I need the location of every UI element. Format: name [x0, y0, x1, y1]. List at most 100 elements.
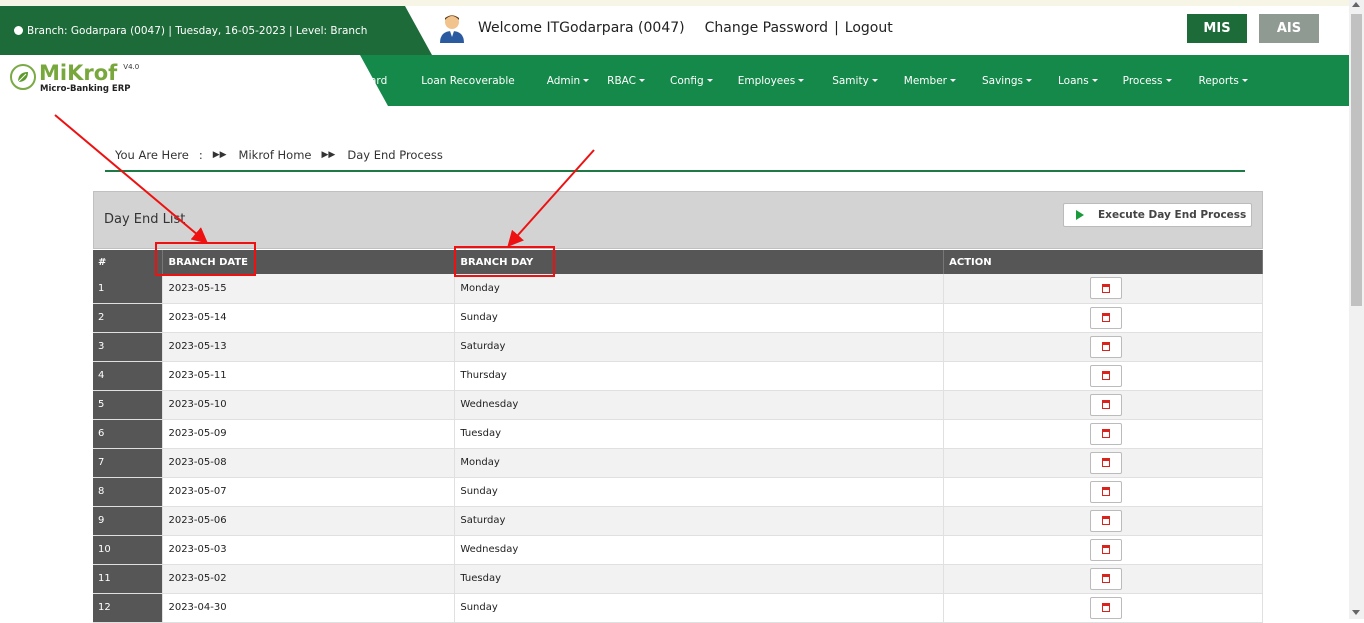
caret-down-icon	[1026, 79, 1033, 82]
action-cell	[943, 419, 1263, 449]
nav-item-label: Savings	[981, 74, 1024, 87]
breadcrumb-colon: :	[198, 148, 203, 162]
branch-day-cell: Wednesday	[454, 535, 945, 565]
annotation-box-branch-day	[454, 246, 555, 277]
delete-button[interactable]	[1089, 596, 1122, 619]
logo-name: MiKrof	[39, 61, 118, 85]
ais-button[interactable]: AIS	[1259, 14, 1319, 43]
branch-date-cell: 2023-05-08	[162, 448, 456, 478]
action-cell	[943, 477, 1263, 507]
breadcrumb-current: Day End Process	[347, 148, 443, 162]
scroll-down-arrow-icon[interactable]	[1352, 610, 1360, 615]
branch-date-cell: 2023-04-30	[162, 593, 456, 623]
welcome-area: Welcome ITGodarpara (0047) Change Passwo…	[438, 12, 893, 44]
mis-button[interactable]: MIS	[1187, 14, 1247, 43]
delete-button[interactable]	[1089, 277, 1122, 300]
action-cell	[943, 564, 1263, 594]
caret-down-icon	[1165, 79, 1172, 82]
nav-item-label: RBAC	[607, 74, 637, 87]
day-end-table: # BRANCH DATE BRANCH DAY ACTION 1 2023-05…	[93, 250, 1263, 623]
action-cell	[943, 390, 1263, 420]
delete-button[interactable]	[1089, 480, 1122, 503]
delete-button[interactable]	[1089, 509, 1122, 532]
row-number: 11	[93, 564, 164, 594]
scrollbar-thumb[interactable]	[1351, 14, 1362, 306]
action-cell	[943, 303, 1263, 333]
table-row: 8 2023-05-07 Sunday	[93, 477, 1263, 507]
fast-forward-icon: ▶▶	[321, 150, 336, 160]
branch-day-cell: Tuesday	[454, 564, 945, 594]
delete-button[interactable]	[1089, 538, 1122, 561]
row-number: 4	[93, 361, 164, 391]
row-number: 10	[93, 535, 164, 565]
nav-item-label: Employees	[737, 74, 796, 87]
panel-title: Day End List	[104, 212, 186, 227]
nav-item-loan-recoverable[interactable]: Loan Recoverable	[421, 75, 514, 87]
branch-date-cell: 2023-05-15	[162, 274, 456, 304]
branch-day-cell: Thursday	[454, 361, 945, 391]
execute-day-end-button[interactable]: Execute Day End Process	[1063, 203, 1252, 227]
branch-date-cell: 2023-05-09	[162, 419, 456, 449]
branch-day-cell: Saturday	[454, 332, 945, 362]
trash-icon	[1101, 429, 1110, 438]
nav-item-label: Member	[903, 74, 947, 87]
trash-icon	[1101, 516, 1110, 525]
table-row: 1 2023-05-15 Monday	[93, 274, 1263, 304]
scroll-up-arrow-icon[interactable]	[1352, 2, 1360, 7]
trash-icon	[1101, 400, 1110, 409]
nav-item-label: Reports	[1198, 74, 1239, 87]
branch-day-cell: Sunday	[454, 477, 945, 507]
nav-item-rbac[interactable]: RBAC	[607, 74, 646, 87]
breadcrumb-home-link[interactable]: Mikrof Home	[239, 148, 312, 162]
row-number: 5	[93, 390, 164, 420]
nav-item-samity[interactable]: Samity	[832, 75, 878, 87]
delete-button[interactable]	[1089, 451, 1122, 474]
annotation-box-branch-date	[155, 242, 256, 276]
branch-day-cell: Monday	[454, 274, 945, 304]
globe-icon	[14, 26, 23, 35]
nav-item-savings[interactable]: Savings	[981, 74, 1033, 87]
nav-item-admin[interactable]: Admin	[547, 75, 590, 87]
delete-button[interactable]	[1089, 422, 1122, 445]
branch-date-cell: 2023-05-14	[162, 303, 456, 333]
row-number: 2	[93, 303, 164, 333]
table-header-row: # BRANCH DATE BRANCH DAY ACTION	[93, 250, 1263, 274]
nav-item-config[interactable]: Config	[670, 75, 713, 87]
top-strip	[0, 0, 1364, 6]
delete-button[interactable]	[1089, 335, 1122, 358]
trash-icon	[1101, 545, 1110, 554]
execute-day-end-label: Execute Day End Process	[1098, 209, 1247, 221]
branch-date-cell: 2023-05-03	[162, 535, 456, 565]
delete-button[interactable]	[1089, 306, 1122, 329]
branch-info-text: Branch: Godarpara (0047) | Tuesday, 16-0…	[27, 24, 368, 37]
table-row: 9 2023-05-06 Saturday	[93, 506, 1263, 536]
nav-item-process[interactable]: Process	[1123, 75, 1172, 87]
branch-day-cell: Wednesday	[454, 390, 945, 420]
caret-down-icon	[949, 79, 956, 82]
user-avatar-icon	[440, 15, 464, 43]
nav-item-member[interactable]: Member	[904, 75, 956, 87]
branch-day-cell: Tuesday	[454, 419, 945, 449]
welcome-text: Welcome ITGodarpara (0047)	[478, 20, 685, 36]
header-separator: |	[834, 20, 839, 36]
nav-item-reports[interactable]: Reports	[1199, 75, 1248, 87]
row-number: 6	[93, 419, 164, 449]
logo[interactable]: MiKrof V4.0 Micro-Banking ERP	[10, 62, 139, 94]
leaf-logo-icon	[10, 64, 36, 90]
header-number: #	[93, 250, 164, 274]
branch-day-cell: Monday	[454, 448, 945, 478]
action-cell	[943, 593, 1263, 623]
branch-date-cell: 2023-05-06	[162, 506, 456, 536]
row-number: 1	[93, 274, 164, 304]
logo-version: V4.0	[123, 63, 140, 71]
change-password-link[interactable]: Change Password	[705, 20, 828, 36]
nav-item-employees[interactable]: Employees	[737, 74, 805, 87]
nav-item-loans[interactable]: Loans	[1058, 75, 1098, 87]
delete-button[interactable]	[1089, 393, 1122, 416]
nav-menu: ard Loan Recoverable Admin RBAC Config Employ…	[370, 55, 1248, 106]
logout-link[interactable]: Logout	[845, 20, 893, 36]
row-number: 7	[93, 448, 164, 478]
action-cell	[943, 448, 1263, 478]
delete-button[interactable]	[1089, 364, 1122, 387]
delete-button[interactable]	[1089, 567, 1122, 590]
